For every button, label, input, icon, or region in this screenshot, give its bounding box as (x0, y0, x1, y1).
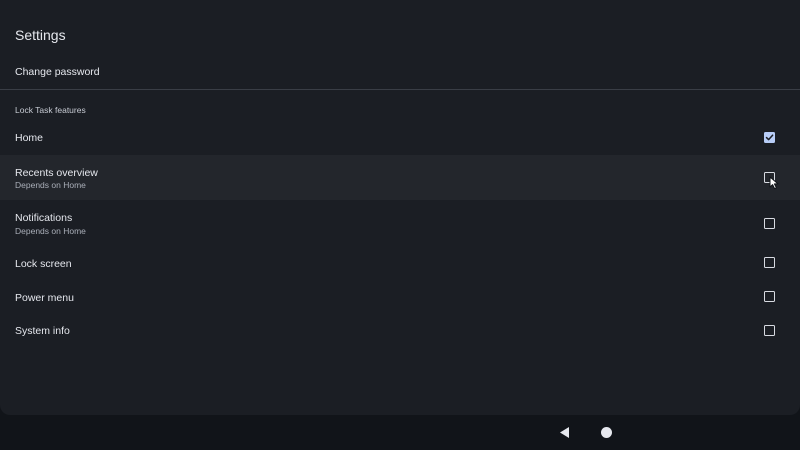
lock-task-item-label: Lock screen (15, 258, 72, 270)
lock-task-item-power-menu[interactable]: Power menu (0, 281, 800, 314)
settings-screen: Settings Change password Lock Task featu… (0, 0, 800, 415)
system-navigation-bar (0, 415, 800, 450)
notifications-checkbox[interactable] (764, 218, 775, 229)
lock-task-item-label: Recents overview (15, 167, 98, 179)
lock-task-item-label: Home (15, 132, 44, 144)
mouse-pointer-icon (769, 176, 779, 190)
power-menu-checkbox[interactable] (764, 291, 775, 302)
lock-task-item-label: Notifications (15, 212, 73, 224)
change-password-label: Change password (15, 66, 100, 78)
lock-task-item-subtitle: Depends on Home (15, 226, 86, 236)
page-title: Settings (15, 27, 66, 43)
lock-task-item-label: System info (15, 325, 70, 337)
system-info-checkbox[interactable] (764, 325, 775, 336)
lock-task-item-system-info[interactable]: System info (0, 315, 800, 348)
home-checkbox[interactable] (764, 132, 775, 143)
home-circle-icon[interactable] (601, 427, 612, 438)
lock-task-item-home[interactable]: Home (0, 122, 800, 154)
section-divider (0, 89, 800, 90)
checkmark-icon (765, 134, 774, 141)
lock-screen-checkbox[interactable] (764, 257, 775, 268)
lock-task-item-subtitle: Depends on Home (15, 180, 86, 190)
lock-task-item-recents-overview[interactable]: Recents overview Depends on Home (0, 155, 800, 200)
lock-task-item-lock-screen[interactable]: Lock screen (0, 247, 800, 280)
change-password-item[interactable]: Change password (0, 58, 800, 88)
lock-task-item-label: Power menu (15, 292, 74, 304)
back-triangle-icon[interactable] (559, 426, 571, 439)
lock-task-item-notifications[interactable]: Notifications Depends on Home (0, 201, 800, 246)
lock-task-section-header: Lock Task features (15, 105, 86, 115)
